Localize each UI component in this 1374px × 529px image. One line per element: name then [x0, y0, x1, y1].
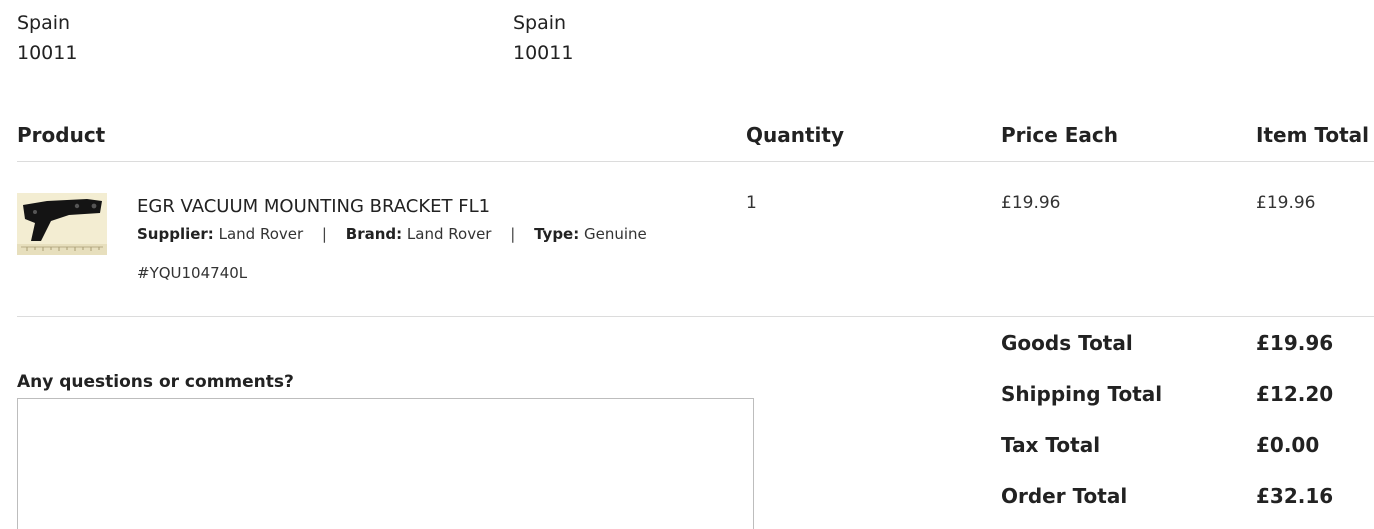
comments-label: Any questions or comments?: [17, 372, 294, 392]
table-divider: [17, 316, 1374, 317]
tax-total-label: Tax Total: [1001, 433, 1101, 457]
shipping-country: Spain: [513, 12, 567, 34]
shipping-total-value: £12.20: [1256, 382, 1334, 406]
tax-total-value: £0.00: [1256, 433, 1320, 457]
shipping-address: Spain 10011: [513, 8, 573, 68]
meta-separator: |: [321, 225, 327, 243]
table-divider: [17, 161, 1374, 162]
order-total-value: £32.16: [1256, 484, 1334, 508]
shipping-postcode: 10011: [513, 42, 574, 64]
bracket-image-icon: [17, 193, 107, 255]
supplier-value: Land Rover: [218, 225, 304, 243]
order-total-label: Order Total: [1001, 484, 1128, 508]
product-sku: #YQU104740L: [137, 264, 248, 282]
billing-country: Spain: [17, 12, 71, 34]
supplier-label: Supplier:: [137, 225, 214, 243]
product-name[interactable]: EGR VACUUM MOUNTING BRACKET FL1: [137, 194, 490, 220]
product-meta: Supplier: Land Rover | Brand: Land Rover…: [137, 223, 647, 245]
item-total: £19.96: [1256, 193, 1316, 213]
type-value: Genuine: [584, 225, 647, 243]
order-review-page: Spain 10011 Spain 10011 Product Quantity…: [0, 0, 1374, 529]
brand-value: Land Rover: [406, 225, 492, 243]
type-label: Type:: [534, 225, 580, 243]
shipping-total-label: Shipping Total: [1001, 382, 1163, 406]
comments-textarea[interactable]: [17, 398, 754, 529]
header-product: Product: [17, 123, 106, 147]
item-quantity: 1: [746, 193, 757, 213]
meta-separator: |: [510, 225, 516, 243]
brand-label: Brand:: [345, 225, 403, 243]
billing-postcode: 10011: [17, 42, 78, 64]
goods-total-value: £19.96: [1256, 331, 1334, 355]
item-price-each: £19.96: [1001, 193, 1061, 213]
product-thumbnail[interactable]: [17, 193, 107, 255]
goods-total-label: Goods Total: [1001, 331, 1133, 355]
billing-address: Spain 10011: [17, 8, 77, 68]
header-price-each: Price Each: [1001, 123, 1119, 147]
header-item-total: Item Total: [1256, 123, 1370, 147]
header-quantity: Quantity: [746, 123, 844, 147]
